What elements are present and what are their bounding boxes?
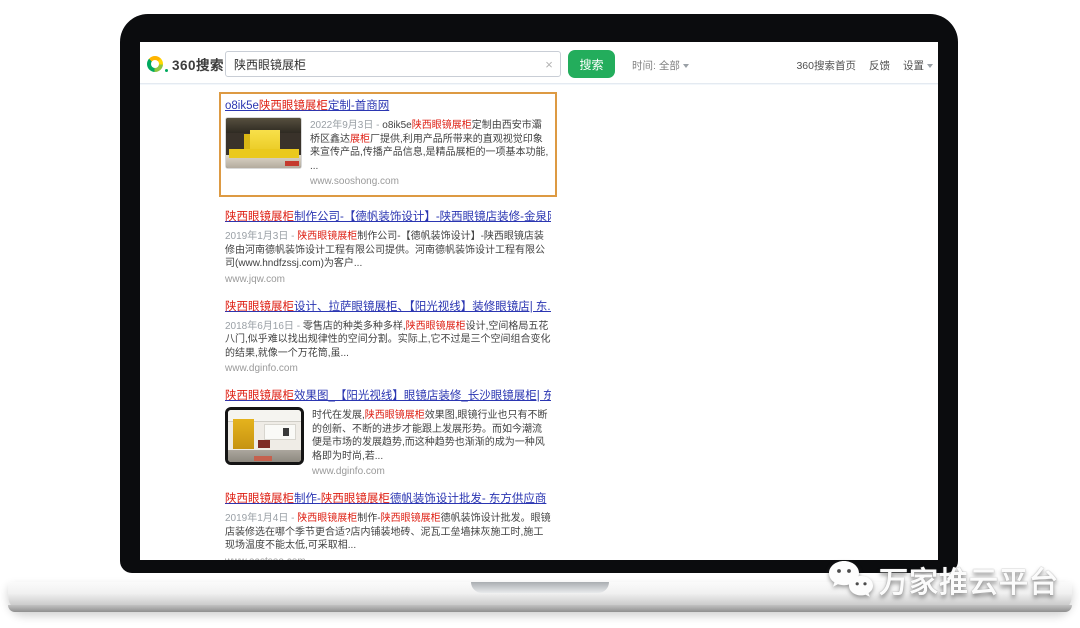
thumbnail-shape: [258, 440, 270, 448]
text-segment: 定制-首商网: [328, 100, 389, 112]
result-thumbnail[interactable]: [225, 407, 304, 465]
search-result: 陕西眼镜展柜制作-陕西眼镜展柜德帆装饰设计批发- 东方供应商2019年1月4日 …: [225, 491, 551, 560]
result-url: www.sooshong.com: [310, 175, 551, 189]
text-segment: 制作公司-【德帆装饰设计】-陕西眼镜店装修-金泉网: [294, 211, 551, 223]
highlighted-keyword: 陕西眼镜展柜: [321, 493, 390, 505]
search-result: 陕西眼镜展柜设计、拉萨眼镜展柜、【阳光视线】装修眼镜店| 东...2018年6月…: [225, 299, 551, 377]
page: 360搜索 × 搜索 时间: 全部 360搜索首页 反馈 设置: [0, 0, 1080, 628]
highlighted-keyword: 陕西眼镜展柜: [225, 211, 294, 223]
result-thumbnail[interactable]: [225, 117, 302, 169]
watermark: 万家推云平台: [826, 558, 1059, 602]
result-body: 2019年1月3日 - 陕西眼镜展柜制作公司-【德帆装饰设计】-陕西眼镜店装修由…: [225, 228, 551, 287]
360-logo-icon: [147, 56, 163, 72]
results-area: o8ik5e陕西眼镜展柜定制-首商网2022年9月3日 - o8ik5e陕西眼镜…: [225, 92, 551, 560]
time-filter-dropdown[interactable]: 时间: 全部: [632, 58, 689, 73]
search-input[interactable]: [226, 57, 538, 71]
clear-icon[interactable]: ×: [538, 57, 560, 72]
text-segment: 设计、拉萨眼镜展柜、【阳光视线】装修眼镜店| 东...: [294, 301, 551, 313]
browser-viewport: 360搜索 × 搜索 时间: 全部 360搜索首页 反馈 设置: [140, 42, 938, 560]
wechat-icon: [826, 558, 874, 602]
nav-home-link[interactable]: 360搜索首页: [796, 58, 856, 73]
chevron-down-icon: [683, 64, 689, 68]
text-segment: 德帆装饰设计批发- 东方供应商: [390, 493, 547, 505]
highlighted-keyword: 陕西眼镜展柜: [225, 493, 294, 505]
result-text-column: 2022年9月3日 - o8ik5e陕西眼镜展柜定制由西安市灞桥区鑫达展柜厂提供…: [310, 117, 551, 189]
thumbnail-shape: [229, 149, 299, 158]
thumbnail-shape: [254, 456, 272, 461]
time-filter-label: 时间: 全部: [632, 58, 680, 73]
result-body: 时代在发展,陕西眼镜展柜效果图,眼镜行业也只有不断的创新、不断的进步才能跟上发展…: [225, 407, 551, 479]
result-title-link[interactable]: 陕西眼镜展柜效果图_【阳光视线】眼镜店装修_长沙眼镜展柜| 东...: [225, 388, 551, 404]
highlighted-keyword: 陕西眼镜展柜: [225, 390, 294, 402]
text-segment: 制作-: [294, 493, 321, 505]
text-segment: o8ik5e: [382, 120, 411, 131]
highlighted-keyword: 陕西眼镜展柜: [406, 321, 466, 332]
result-url: www.jqw.com: [225, 273, 551, 287]
laptop-screen-bezel: 360搜索 × 搜索 时间: 全部 360搜索首页 反馈 设置: [120, 14, 958, 573]
text-segment: 效果图_【阳光视线】眼镜店装修_长沙眼镜展柜| 东...: [294, 390, 551, 402]
logo-text: 360搜索: [172, 54, 224, 74]
result-snippet: 2019年1月3日 - 陕西眼镜展柜制作公司-【德帆装饰设计】-陕西眼镜店装修由…: [225, 230, 551, 271]
result-title-link[interactable]: 陕西眼镜展柜制作公司-【德帆装饰设计】-陕西眼镜店装修-金泉网: [225, 209, 551, 225]
results-list: o8ik5e陕西眼镜展柜定制-首商网2022年9月3日 - o8ik5e陕西眼镜…: [225, 92, 551, 560]
result-url: www.eastsoo.com: [225, 555, 551, 561]
thumbnail-shape: [283, 428, 289, 436]
highlighted-keyword: 陕西眼镜展柜: [365, 410, 425, 421]
chevron-down-icon: [927, 64, 933, 68]
highlighted-keyword: 陕西眼镜展柜: [412, 120, 472, 131]
result-title-link[interactable]: 陕西眼镜展柜制作-陕西眼镜展柜德帆装饰设计批发- 东方供应商: [225, 491, 551, 507]
text-segment: 制作-: [357, 513, 380, 524]
highlighted-keyword: 陕西眼镜展柜: [381, 513, 441, 524]
highlighted-keyword: 陕西眼镜展柜: [259, 100, 328, 112]
search-box[interactable]: ×: [225, 51, 561, 77]
search-header: 360搜索 × 搜索 时间: 全部 360搜索首页 反馈 设置: [140, 42, 938, 84]
result-snippet: 2022年9月3日 - o8ik5e陕西眼镜展柜定制由西安市灞桥区鑫达展柜厂提供…: [310, 119, 551, 173]
highlighted-keyword: 陕西眼镜展柜: [297, 231, 357, 242]
highlighted-keyword: 陕西眼镜展柜: [225, 301, 294, 313]
result-date: 2019年1月4日 -: [225, 513, 297, 524]
search-button[interactable]: 搜索: [568, 50, 615, 78]
highlighted-keyword: 陕西眼镜展柜: [297, 513, 357, 524]
top-nav: 360搜索首页 反馈 设置: [796, 58, 933, 73]
result-title-link[interactable]: o8ik5e陕西眼镜展柜定制-首商网: [225, 98, 551, 114]
nav-feedback-link[interactable]: 反馈: [869, 58, 890, 73]
result-body: 2022年9月3日 - o8ik5e陕西眼镜展柜定制由西安市灞桥区鑫达展柜厂提供…: [225, 117, 551, 189]
search-result: 陕西眼镜展柜制作公司-【德帆装饰设计】-陕西眼镜店装修-金泉网2019年1月3日…: [225, 209, 551, 287]
result-body: 2018年6月16日 - 零售店的种类多种多样,陕西眼镜展柜设计,空间格局五花八…: [225, 318, 551, 377]
result-body: 2019年1月4日 - 陕西眼镜展柜制作-陕西眼镜展柜德帆装饰设计批发。眼镜店装…: [225, 510, 551, 560]
result-title-link[interactable]: 陕西眼镜展柜设计、拉萨眼镜展柜、【阳光视线】装修眼镜店| 东...: [225, 299, 551, 315]
highlighted-keyword: 展柜: [350, 134, 370, 145]
360-search-logo[interactable]: 360搜索: [147, 54, 224, 74]
result-url: www.dginfo.com: [312, 465, 551, 479]
thumbnail-shape: [264, 424, 296, 440]
watermark-text: 万家推云平台: [879, 559, 1059, 601]
logo-dot-icon: [165, 69, 168, 72]
result-snippet: 时代在发展,陕西眼镜展柜效果图,眼镜行业也只有不断的创新、不断的进步才能跟上发展…: [312, 409, 551, 463]
search-result: o8ik5e陕西眼镜展柜定制-首商网2022年9月3日 - o8ik5e陕西眼镜…: [219, 92, 557, 197]
text-segment: o8ik5e: [225, 100, 259, 112]
nav-settings-dropdown[interactable]: 设置: [903, 58, 933, 73]
result-text-column: 2018年6月16日 - 零售店的种类多种多样,陕西眼镜展柜设计,空间格局五花八…: [225, 318, 551, 377]
result-date: 2018年6月16日 -: [225, 321, 303, 332]
thumbnail-shape: [233, 419, 254, 449]
result-text-column: 2019年1月3日 - 陕西眼镜展柜制作公司-【德帆装饰设计】-陕西眼镜店装修由…: [225, 228, 551, 287]
result-date: 2022年9月3日 -: [310, 120, 382, 131]
result-snippet: 2018年6月16日 - 零售店的种类多种多样,陕西眼镜展柜设计,空间格局五花八…: [225, 320, 551, 361]
result-text-column: 时代在发展,陕西眼镜展柜效果图,眼镜行业也只有不断的创新、不断的进步才能跟上发展…: [312, 407, 551, 479]
text-segment: 零售店的种类多种多样,: [303, 321, 406, 332]
result-date: 2019年1月3日 -: [225, 231, 297, 242]
text-segment: 时代在发展,: [312, 410, 365, 421]
search-result: 陕西眼镜展柜效果图_【阳光视线】眼镜店装修_长沙眼镜展柜| 东...时代在发展,…: [225, 388, 551, 479]
result-url: www.dginfo.com: [225, 362, 551, 376]
thumbnail-shape: [285, 161, 299, 166]
result-text-column: 2019年1月4日 - 陕西眼镜展柜制作-陕西眼镜展柜德帆装饰设计批发。眼镜店装…: [225, 510, 551, 560]
result-snippet: 2019年1月4日 - 陕西眼镜展柜制作-陕西眼镜展柜德帆装饰设计批发。眼镜店装…: [225, 512, 551, 553]
